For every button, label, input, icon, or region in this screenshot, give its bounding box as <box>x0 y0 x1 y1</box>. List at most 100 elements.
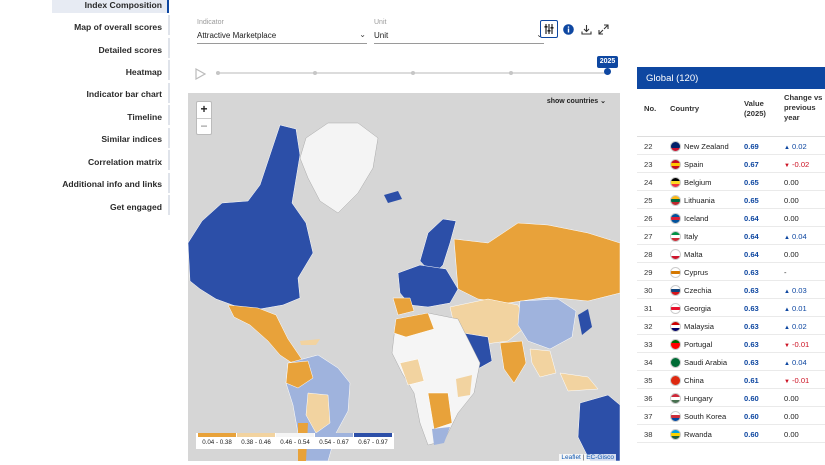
zoom-in-button[interactable]: + <box>197 102 211 118</box>
country-change-value: 0.03 <box>791 286 807 295</box>
country-change: 0.00 <box>784 430 799 439</box>
sidebar-item-detailed-scores[interactable]: Detailed scores <box>98 45 162 55</box>
country-change-value: 0.00 <box>784 196 799 205</box>
fullscreen-icon[interactable] <box>594 20 612 38</box>
col-header-country[interactable]: Country <box>670 104 699 114</box>
info-icon[interactable] <box>559 20 577 38</box>
download-icon[interactable] <box>577 20 595 38</box>
show-countries-toggle[interactable]: show countries ⌄ <box>547 97 606 105</box>
sidebar-item-indicator-bar-chart[interactable]: Indicator bar chart <box>87 89 162 99</box>
trend-up-icon: ▲ <box>784 235 790 241</box>
timeline-slider-handle[interactable] <box>604 68 611 75</box>
rank-number: 27 <box>644 232 653 241</box>
country-change-value: 0.02 <box>791 142 807 151</box>
ec-gisco-link[interactable]: EC-Gisco <box>586 454 614 461</box>
table-row[interactable]: 30 Czechia 0.63 ▲ 0.03 <box>637 281 825 299</box>
timeline-tick[interactable] <box>313 71 317 75</box>
sidebar-item-heatmap[interactable]: Heatmap <box>126 67 162 77</box>
country-value: 0.64 <box>744 214 759 223</box>
country-value: 0.61 <box>744 376 759 385</box>
country-value: 0.63 <box>744 268 759 277</box>
legend-label: 0.04 - 0.38 <box>202 439 232 446</box>
table-row[interactable]: 24 Belgium 0.65 0.00 <box>637 173 825 191</box>
world-map[interactable]: + − show countries ⌄ 0.04 - 0.38 0.38 - … <box>188 93 620 461</box>
sidebar-divider <box>168 60 170 80</box>
country-name: Saudi Arabia <box>684 358 728 367</box>
country-flag-icon <box>670 248 681 260</box>
timeline-tick[interactable] <box>216 71 220 75</box>
country-name: Hungary <box>684 394 713 403</box>
trend-up-icon: ▲ <box>784 145 790 151</box>
indicator-select[interactable]: Attractive Marketplace ⌄ <box>197 29 367 44</box>
sidebar-divider <box>168 105 170 125</box>
col-header-value[interactable]: Value (2025) <box>744 99 780 119</box>
country-name: Georgia <box>684 304 712 313</box>
table-row[interactable]: 29 Cyprus 0.63 - <box>637 263 825 281</box>
sidebar-item-additional-info[interactable]: Additional info and links <box>62 179 162 189</box>
rank-number: 23 <box>644 160 653 169</box>
table-row[interactable]: 26 Iceland 0.64 0.00 <box>637 209 825 227</box>
zoom-out-button[interactable]: − <box>197 118 211 134</box>
rank-number: 36 <box>644 394 653 403</box>
table-row[interactable]: 25 Lithuania 0.65 0.00 <box>637 191 825 209</box>
sidebar-item-correlation-matrix[interactable]: Correlation matrix <box>88 157 162 167</box>
sidebar-divider <box>168 83 170 103</box>
legend-swatch-3 <box>315 433 353 437</box>
legend-swatch-0 <box>198 433 236 437</box>
country-change: ▲ 0.03 <box>784 286 807 295</box>
country-change: - <box>784 268 787 277</box>
legend-swatch-1 <box>237 433 275 437</box>
country-change: ▲ 0.01 <box>784 304 807 313</box>
col-header-change[interactable]: Change vs previous year <box>784 93 825 123</box>
table-row[interactable]: 22 New Zealand 0.69 ▲ 0.02 <box>637 137 825 155</box>
country-name: Portugal <box>684 340 713 349</box>
sidebar-item-map-overall-scores[interactable]: Map of overall scores <box>74 22 162 32</box>
country-name: Cyprus <box>684 268 709 277</box>
country-change: ▲ 0.04 <box>784 232 807 241</box>
timeline-tick[interactable] <box>411 71 415 75</box>
table-row[interactable]: 35 China 0.61 ▼ -0.01 <box>637 371 825 389</box>
country-flag-icon <box>670 302 681 314</box>
country-flag-icon <box>670 158 681 170</box>
leaflet-link[interactable]: Leaflet <box>561 454 581 461</box>
country-value: 0.63 <box>744 304 759 313</box>
unit-select[interactable]: Unit ⌄ <box>374 29 544 44</box>
table-row[interactable]: 32 Malaysia 0.63 ▲ 0.02 <box>637 317 825 335</box>
legend-label: 0.38 - 0.46 <box>241 439 271 446</box>
timeline-tick[interactable] <box>509 71 513 75</box>
table-row[interactable]: 28 Malta 0.64 0.00 <box>637 245 825 263</box>
country-change: 0.00 <box>784 394 799 403</box>
rank-number: 28 <box>644 250 653 259</box>
unit-label: Unit <box>374 19 387 26</box>
sidebar-item-index-composition[interactable]: Index Composition <box>85 0 162 10</box>
sidebar-item-timeline[interactable]: Timeline <box>127 112 162 122</box>
indicator-label: Indicator <box>197 19 224 26</box>
country-flag-icon <box>670 410 681 422</box>
zoom-control: + − <box>196 101 212 135</box>
play-icon[interactable] <box>195 67 207 85</box>
table-row[interactable]: 37 South Korea 0.60 0.00 <box>637 407 825 425</box>
country-name: Malaysia <box>684 322 714 331</box>
table-row[interactable]: 36 Hungary 0.60 0.00 <box>637 389 825 407</box>
table-row[interactable]: 34 Saudi Arabia 0.63 ▲ 0.04 <box>637 353 825 371</box>
country-value: 0.63 <box>744 322 759 331</box>
rank-number: 33 <box>644 340 653 349</box>
table-row[interactable]: 27 Italy 0.64 ▲ 0.04 <box>637 227 825 245</box>
country-name: New Zealand <box>684 142 729 151</box>
country-change-value: 0.02 <box>791 322 807 331</box>
sidebar-item-similar-indices[interactable]: Similar indices <box>101 134 162 144</box>
table-row[interactable]: 23 Spain 0.67 ▼ -0.02 <box>637 155 825 173</box>
legend-swatch-4 <box>354 433 392 437</box>
col-header-no[interactable]: No. <box>644 104 656 114</box>
country-flag-icon <box>670 392 681 404</box>
table-row[interactable]: 38 Rwanda 0.60 0.00 <box>637 425 825 443</box>
sidebar-item-get-engaged[interactable]: Get engaged <box>110 202 162 212</box>
country-change: ▲ 0.02 <box>784 142 807 151</box>
sidebar: Index Composition Map of overall scores … <box>0 0 172 465</box>
filter-settings-icon[interactable] <box>540 20 558 38</box>
country-flag-icon <box>670 140 681 152</box>
table-row[interactable]: 33 Portugal 0.63 ▼ -0.01 <box>637 335 825 353</box>
country-change-value: 0.04 <box>791 358 807 367</box>
table-row[interactable]: 31 Georgia 0.63 ▲ 0.01 <box>637 299 825 317</box>
country-value: 0.60 <box>744 430 759 439</box>
